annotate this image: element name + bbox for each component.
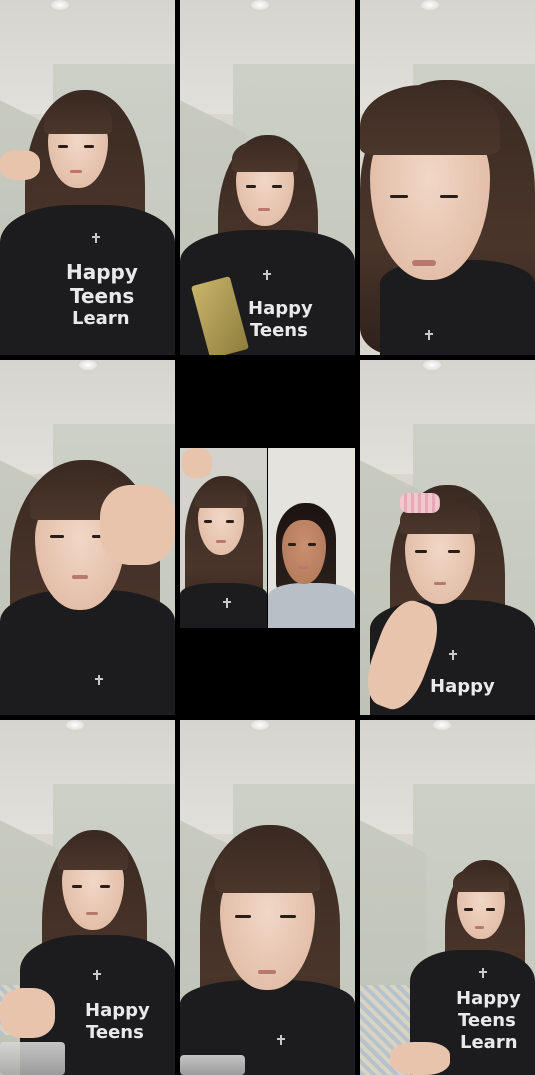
cross-necklace [479, 968, 487, 978]
mouth [298, 566, 308, 569]
eye [390, 195, 408, 198]
ceiling-light [79, 360, 97, 370]
eye [58, 145, 68, 148]
mouth [72, 575, 88, 579]
shirt-print-line: Teens [250, 320, 308, 341]
mouth [70, 170, 82, 173]
bangs [44, 100, 112, 134]
cross-necklace [92, 233, 100, 243]
duet-right-panel [268, 448, 355, 628]
eye [308, 543, 316, 546]
hand [182, 448, 212, 478]
video-frame-9: Happy Teens Learn [360, 720, 535, 1075]
video-frame-7: Happy Teens [0, 720, 175, 1075]
bangs [215, 838, 320, 893]
eye [246, 185, 256, 188]
video-frame-8 [180, 720, 355, 1075]
shirt [180, 583, 267, 628]
cross-necklace [223, 598, 231, 608]
mouth [475, 926, 484, 929]
video-frame-6: Happy [360, 360, 535, 715]
mouth [434, 582, 446, 585]
shirt-print-line: Happy [66, 260, 138, 284]
eye [100, 885, 110, 888]
eye [204, 520, 212, 523]
shirt-print-line: Happy [85, 1000, 150, 1021]
shirt-print-line: Teens [458, 1010, 516, 1031]
eye [50, 535, 64, 538]
cross-necklace [449, 650, 457, 660]
ceiling-light [251, 720, 269, 730]
mouth [86, 912, 98, 915]
mouth [412, 260, 436, 266]
bangs [58, 838, 128, 870]
cross-necklace [263, 270, 271, 280]
ceiling-light [421, 0, 439, 10]
ceiling-light [433, 720, 451, 730]
hand [390, 1042, 450, 1075]
eye [272, 185, 282, 188]
hand [0, 150, 40, 180]
video-frame-2: Happy Teens [180, 0, 355, 355]
hair-roller [400, 493, 440, 513]
bangs [453, 868, 509, 892]
eye [226, 520, 234, 523]
duet-left-panel [180, 448, 267, 628]
cross-necklace [93, 970, 101, 980]
hoodie [268, 583, 355, 628]
bangs [232, 140, 298, 172]
video-frame-1: Happy Teens Learn [0, 0, 175, 355]
hand [100, 485, 175, 565]
plastic-container [180, 1055, 245, 1075]
shirt-print-line: Teens [86, 1022, 144, 1043]
video-frame-3 [360, 0, 535, 355]
eye [235, 915, 251, 918]
ceiling-light [251, 0, 269, 10]
ceiling-light [66, 720, 84, 730]
eye [84, 145, 94, 148]
eye [72, 885, 82, 888]
eye [448, 550, 460, 553]
eye [464, 908, 473, 911]
eye [288, 543, 296, 546]
shirt-print-line: Teens [70, 284, 135, 308]
eye [440, 195, 458, 198]
video-frame-5-duet [180, 360, 355, 715]
cross-necklace [425, 330, 433, 340]
eye [280, 915, 296, 918]
shirt [380, 260, 535, 355]
ceiling-light [423, 360, 441, 370]
plastic-container [0, 1042, 65, 1075]
shirt-print-line: Happy [430, 676, 495, 697]
shirt-print-line: Learn [72, 308, 130, 329]
bangs [195, 484, 247, 508]
mouth [216, 540, 226, 543]
mouth [258, 970, 276, 974]
mouth [258, 208, 270, 211]
eye [486, 908, 495, 911]
video-frame-4 [0, 360, 175, 715]
shirt-print-line: Happy [248, 298, 313, 319]
collage-grid: Happy Teens Learn Happy Teens Happy Happ… [0, 0, 535, 1075]
cross-necklace [277, 1035, 285, 1045]
bangs [360, 85, 500, 155]
ceiling-light [51, 0, 69, 10]
hand [0, 988, 55, 1038]
shirt-print-line: Learn [460, 1032, 518, 1053]
eye [415, 550, 427, 553]
shirt-print-line: Happy [456, 988, 521, 1009]
cross-necklace [95, 675, 103, 685]
